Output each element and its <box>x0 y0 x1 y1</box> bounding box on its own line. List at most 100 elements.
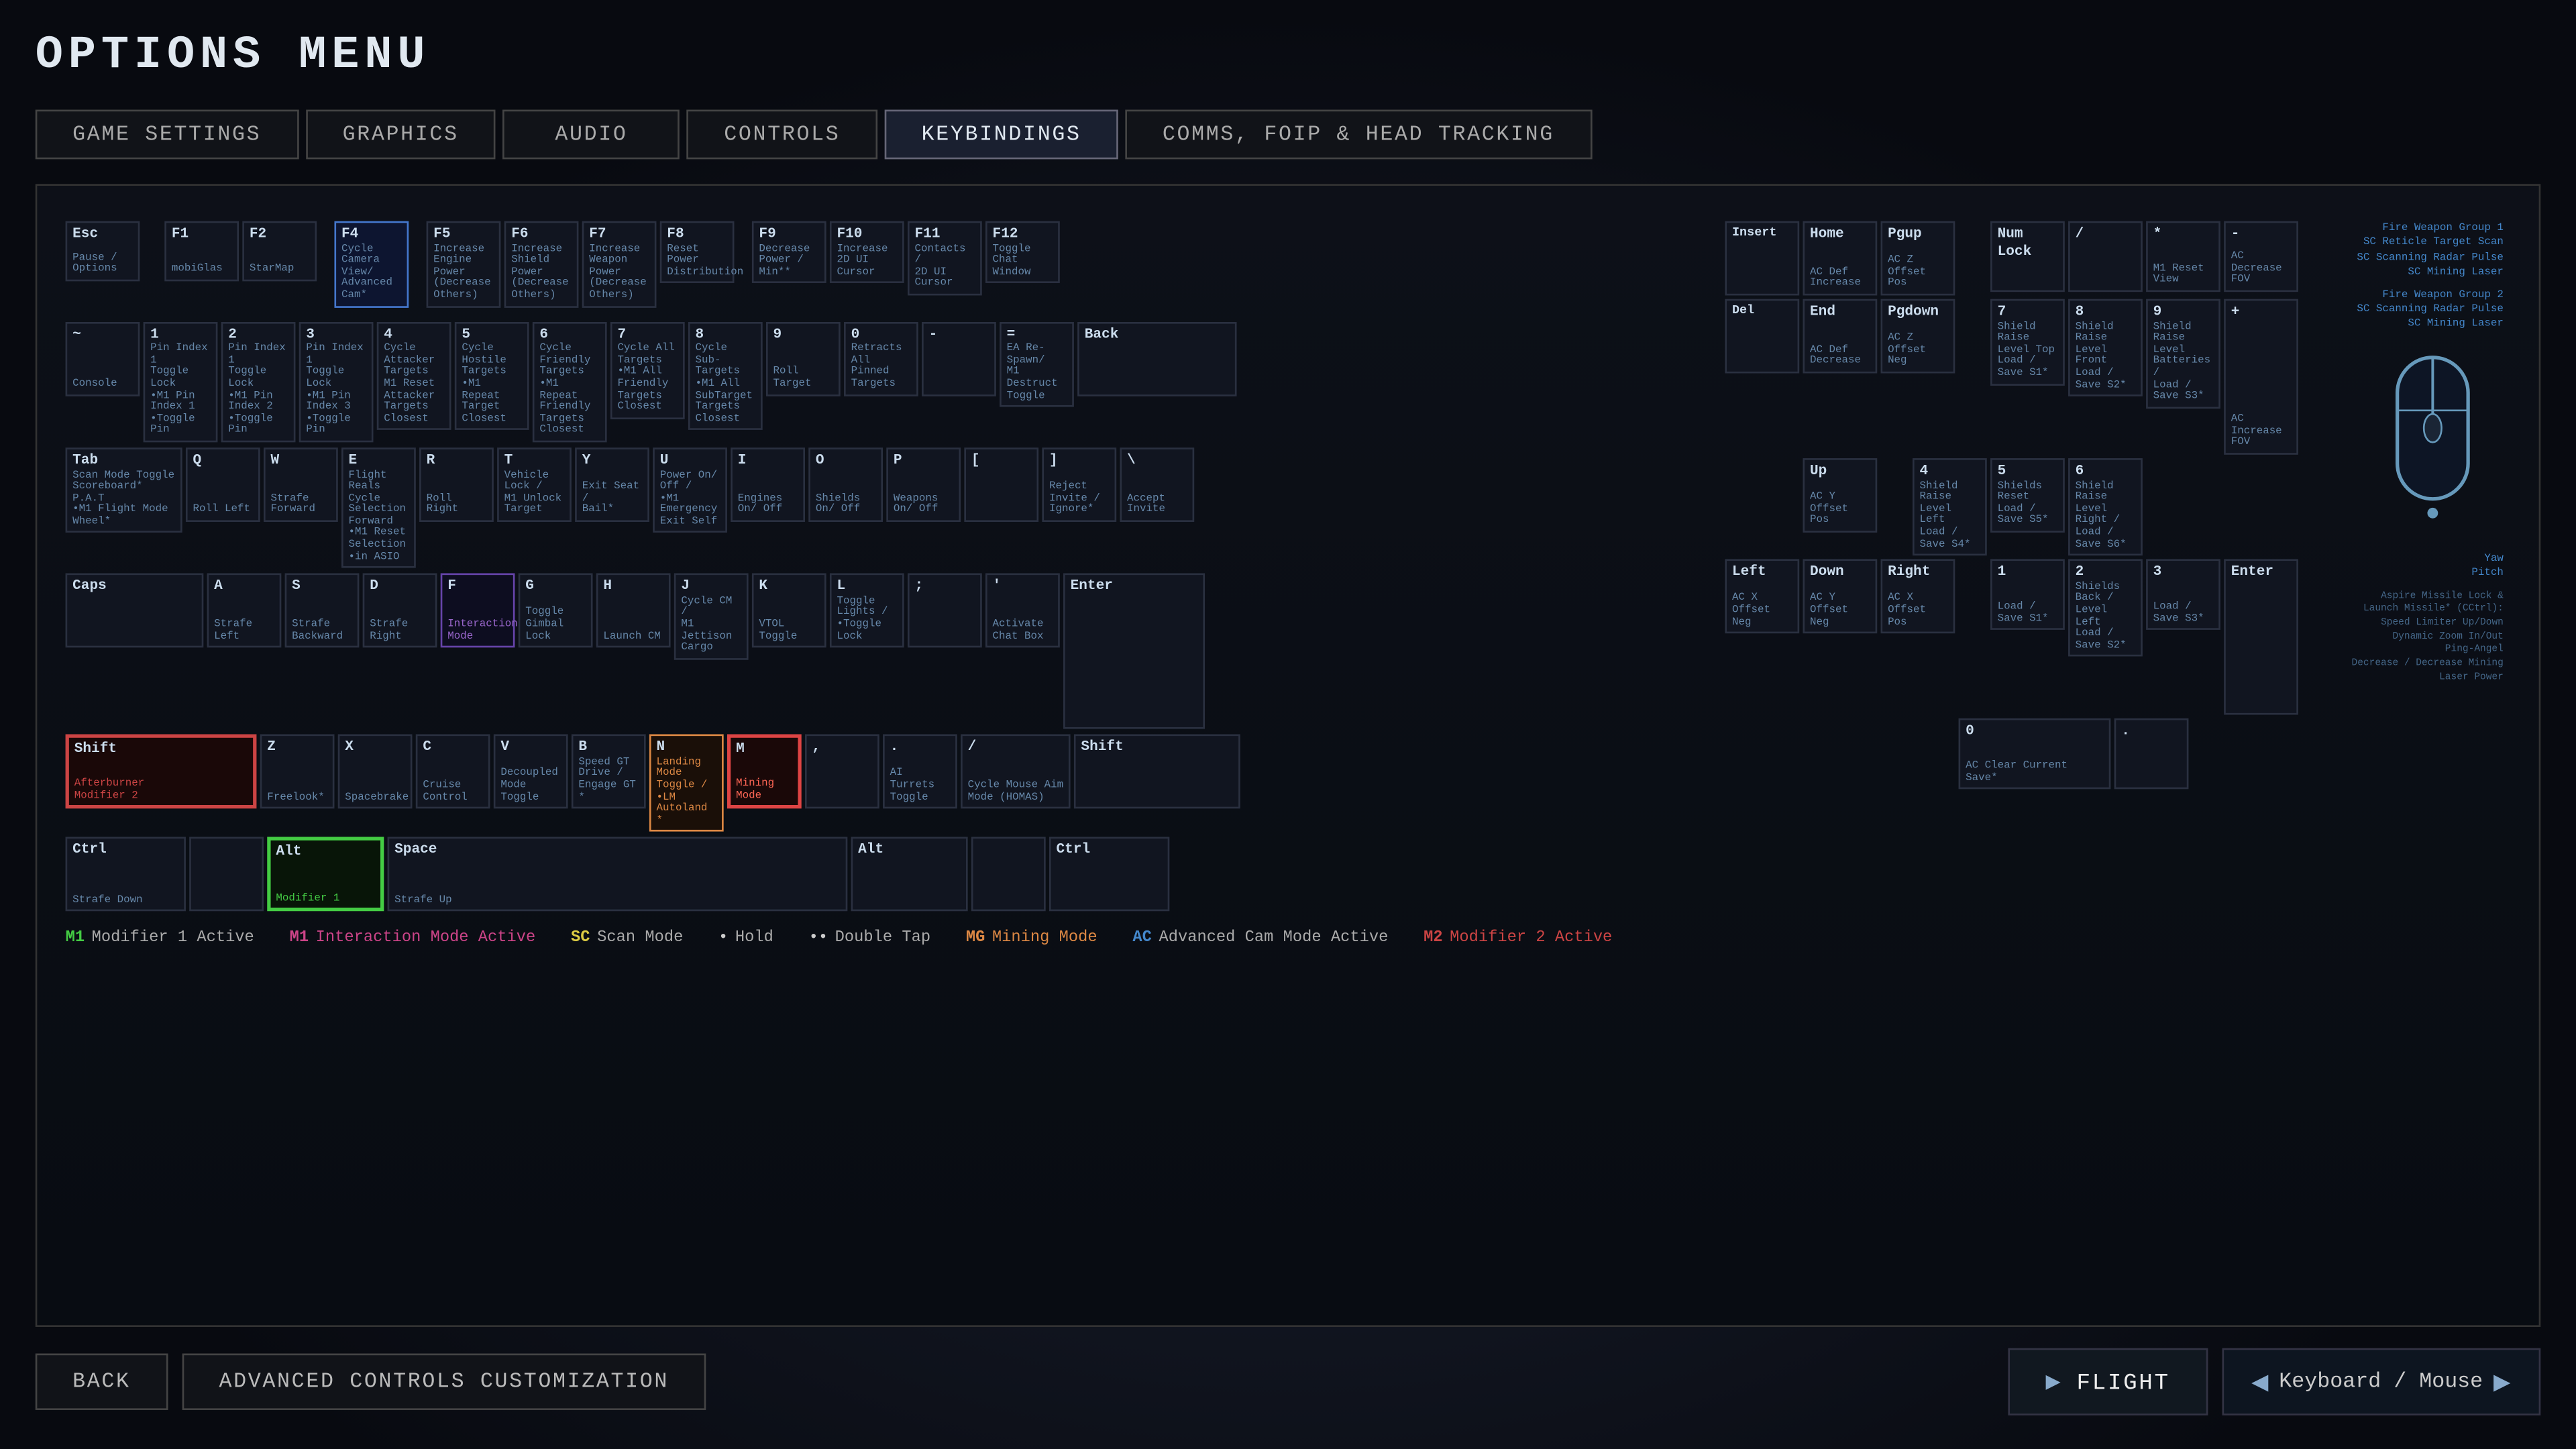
key-d[interactable]: D Strafe Right <box>363 574 437 648</box>
key-pgup[interactable]: Pgup AC Z Offset Pos <box>1881 221 1955 296</box>
key-num9[interactable]: 9 Shield RaiseLevel Batteries /Load / Sa… <box>2146 299 2220 409</box>
tab-keybindings[interactable]: KEYBINDINGS <box>884 110 1118 160</box>
key-f[interactable]: F InteractionMode <box>441 574 515 648</box>
tab-game-settings[interactable]: GAME SETTINGS <box>36 110 299 160</box>
key-shift-right[interactable]: Shift <box>1074 735 1240 809</box>
key-num7[interactable]: 7 Shield RaiseLevel TopLoad / Save S1* <box>1990 299 2065 385</box>
key-end[interactable]: End AC Def Decrease <box>1803 299 1877 374</box>
key-v[interactable]: V Decoupled ModeToggle <box>494 735 568 809</box>
key-f2[interactable]: F2 StarMap <box>242 221 317 282</box>
key-num0[interactable]: 0 AC Clear Current Save* <box>1959 718 2111 789</box>
key-arrow-up[interactable]: Up AC Y Offset Pos <box>1803 458 1877 533</box>
key-semicolon[interactable]: ; <box>908 574 982 648</box>
key-arrow-left[interactable]: Left AC X Offset Neg <box>1725 559 1799 634</box>
key-ctrl-right[interactable]: Ctrl <box>1049 838 1169 912</box>
key-p[interactable]: P Weapons On/ Off <box>886 447 961 522</box>
key-g[interactable]: G Toggle GimbalLock <box>519 574 593 648</box>
key-w[interactable]: W Strafe Forward <box>264 447 338 522</box>
key-caps[interactable]: Caps <box>66 574 204 648</box>
key-num-plus[interactable]: + AC Increase FOV <box>2224 299 2298 455</box>
key-enter[interactable]: Enter <box>1063 574 1205 729</box>
key-f6[interactable]: F6 IncreaseShield Power(DecreaseOthers) <box>504 221 579 307</box>
key-1[interactable]: 1 Pin Index 1Toggle Lock•M1 Pin Index 1•… <box>144 321 218 442</box>
key-0[interactable]: 0 Retracts AllPinned Targets <box>844 321 918 396</box>
key-bracket-l[interactable]: [ <box>964 447 1038 522</box>
key-i[interactable]: I Engines On/ Off <box>731 447 805 522</box>
key-minus[interactable]: - <box>922 321 996 396</box>
key-e[interactable]: E Flight RealsCycle SelectionForward•M1 … <box>341 447 416 568</box>
key-f12[interactable]: F12 Toggle ChatWindow <box>985 221 1060 284</box>
key-c[interactable]: C Cruise Control <box>416 735 490 809</box>
tab-comms[interactable]: COMMS, FOIP & HEAD TRACKING <box>1126 110 1592 160</box>
input-prev-icon[interactable]: ◀ <box>2251 1364 2268 1399</box>
key-l[interactable]: L Toggle Lights /•Toggle Lock <box>830 574 904 648</box>
key-num3[interactable]: 3 Load / Save S3* <box>2146 559 2220 630</box>
key-num5[interactable]: 5 Shields ResetLoad / Save S5* <box>1990 458 2065 533</box>
key-insert[interactable]: Insert <box>1725 221 1799 296</box>
key-num4[interactable]: 4 Shield RaiseLevel LeftLoad / Save S4* <box>1913 458 1987 555</box>
key-f4[interactable]: F4 CycleCamera View/Advanced Cam* <box>334 221 409 307</box>
key-f9[interactable]: F9 DecreasePower / Min** <box>752 221 826 284</box>
key-num-minus[interactable]: - AC Decrease FOV <box>2224 221 2298 292</box>
key-slash[interactable]: / Cycle Mouse Aim Mode (HOMAS) <box>961 735 1071 809</box>
key-comma[interactable]: , <box>805 735 879 809</box>
key-tab[interactable]: Tab Scan Mode ToggleScoreboard*P.A.T•M1 … <box>66 447 182 533</box>
key-h[interactable]: H Launch CM <box>596 574 671 648</box>
input-method-selector[interactable]: ◀ Keyboard / Mouse ▶ <box>2221 1348 2540 1415</box>
key-5[interactable]: 5 Cycle HostileTargets•M1 RepeatTarget C… <box>455 321 529 431</box>
key-ctrl-left[interactable]: Ctrl Strafe Down <box>66 838 186 912</box>
key-f8[interactable]: F8 Reset PowerDistribution <box>660 221 735 284</box>
key-f1[interactable]: F1 mobiGlas <box>164 221 239 282</box>
key-num1[interactable]: 1 Load / Save S1* <box>1990 559 2065 630</box>
key-f10[interactable]: F10 Increase2D UI Cursor <box>830 221 904 284</box>
key-s[interactable]: S Strafe Backward <box>285 574 360 648</box>
key-7[interactable]: 7 Cycle AllTargets•M1 All FriendlyTarget… <box>610 321 685 419</box>
key-y[interactable]: Y Exit Seat /Bail* <box>575 447 649 522</box>
key-f11[interactable]: F11 Contacts /2D UI Cursor <box>908 221 982 296</box>
tab-audio[interactable]: AUDIO <box>503 110 680 160</box>
key-pgdn[interactable]: Pgdown AC Z Offset Neg <box>1881 299 1955 374</box>
key-q[interactable]: Q Roll Left <box>186 447 260 522</box>
key-x[interactable]: X Spacebrake <box>338 735 413 809</box>
key-num-slash[interactable]: / <box>2068 221 2143 292</box>
key-b[interactable]: B Speed GT Drive /Engage GT * <box>572 735 646 809</box>
key-space[interactable]: Space Strafe Up <box>388 838 848 912</box>
back-button[interactable]: BACK <box>36 1354 168 1410</box>
key-fn-right[interactable] <box>971 838 1046 912</box>
key-backslash[interactable]: \ Accept Invite <box>1120 447 1194 522</box>
key-num-period[interactable]: . <box>2114 718 2189 789</box>
key-num8[interactable]: 8 Shield RaiseLevel FrontLoad / Save S2* <box>2068 299 2143 396</box>
input-next-icon[interactable]: ▶ <box>2493 1364 2510 1399</box>
key-o[interactable]: O Shields On/ Off <box>808 447 883 522</box>
key-fn[interactable] <box>189 838 264 912</box>
key-6[interactable]: 6 Cycle FriendlyTargets•M1 Repeat Friend… <box>533 321 607 442</box>
key-quote[interactable]: ' Activate Chat Box <box>985 574 1060 648</box>
tab-graphics[interactable]: GRAPHICS <box>305 110 496 160</box>
key-num6[interactable]: 6 Shield RaiseLevel Right /Load / Save S… <box>2068 458 2143 555</box>
key-period[interactable]: . AI TurretsToggle <box>883 735 957 809</box>
key-4[interactable]: 4 Cycle AttackerTargetsM1 Reset Attacker… <box>377 321 451 431</box>
key-arrow-right[interactable]: Right AC X Offset Pos <box>1881 559 1955 634</box>
advanced-controls-button[interactable]: ADVANCED CONTROLS CUSTOMIZATION <box>182 1354 706 1410</box>
key-f7[interactable]: F7 IncreaseWeapon Power(DecreaseOthers) <box>582 221 657 307</box>
key-equals[interactable]: = EA Re-Spawn/M1 Destruct Toggle <box>1000 321 1074 407</box>
key-r[interactable]: R Roll Right <box>419 447 494 522</box>
key-backtick[interactable]: ~ Console <box>66 321 140 396</box>
key-f5[interactable]: F5 IncreaseEngine Power(DecreaseOthers) <box>427 221 501 307</box>
key-3[interactable]: 3 Pin Index 1Toggle Lock•M1 Pin Index 3•… <box>299 321 374 442</box>
key-num-star[interactable]: * M1 Reset View <box>2146 221 2220 292</box>
tab-controls[interactable]: CONTROLS <box>687 110 877 160</box>
key-alt-right[interactable]: Alt <box>851 838 968 912</box>
key-numlock[interactable]: NumLock <box>1990 221 2065 292</box>
key-9[interactable]: 9 Roll Target <box>766 321 841 396</box>
key-bracket-r[interactable]: ] Reject Invite /Ignore* <box>1042 447 1116 522</box>
flight-button[interactable]: ▶ FLIGHT <box>2008 1348 2207 1415</box>
key-n[interactable]: N Landing ModeToggle /•LM Autoland * <box>649 735 724 832</box>
key-delete[interactable]: Del <box>1725 299 1799 374</box>
key-m[interactable]: M Mining Mode <box>727 735 802 809</box>
key-esc[interactable]: Esc Pause /Options <box>66 221 140 282</box>
key-shift-left[interactable]: Shift AfterburnerModifier 2 <box>66 735 257 809</box>
key-k[interactable]: K VTOL Toggle <box>752 574 826 648</box>
key-2[interactable]: 2 Pin Index 1Toggle Lock•M1 Pin Index 2•… <box>221 321 296 442</box>
key-num2[interactable]: 2 Shields Back /Level LeftLoad / Save S2… <box>2068 559 2143 657</box>
